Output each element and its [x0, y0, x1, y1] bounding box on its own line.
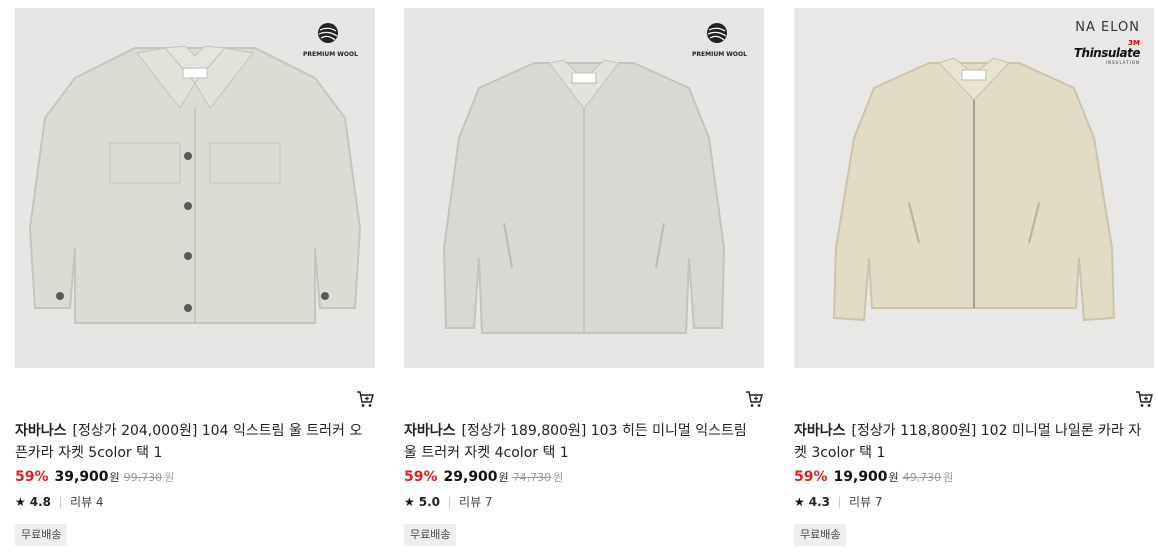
discount-rate: 59%: [794, 469, 828, 485]
brand-name[interactable]: 자바나스: [404, 423, 456, 439]
star-icon: ★: [15, 495, 26, 509]
rating-row: ★ 4.3 리뷰 7: [794, 494, 883, 510]
product-name[interactable]: [정상가 118,800원] 102 미니멀 나일론 카라 자켓 3color …: [794, 423, 1141, 461]
original-price: 99,730: [123, 471, 163, 484]
nylon-thinsulate-badge: NA ELON 3M Thinsulate INSULATION: [1073, 20, 1141, 65]
jacket-image: [442, 59, 726, 334]
price-row: 59% 29,900원 74,730 원: [404, 468, 563, 487]
yarn-ball-icon: [707, 23, 727, 43]
brand-name[interactable]: 자바나스: [15, 423, 67, 439]
review-count: 리뷰 4: [70, 495, 104, 509]
original-price-unit: 원: [164, 471, 175, 484]
original-price-unit: 원: [943, 471, 954, 484]
badge-text: PREMIUM WOOL: [303, 51, 358, 58]
free-shipping-badge: 무료배송: [15, 524, 68, 546]
rating-value: 5.0: [418, 495, 441, 509]
price-row: 59% 19,900원 49,730 원: [794, 468, 953, 487]
product-image[interactable]: NA ELON 3M Thinsulate INSULATION: [794, 8, 1154, 368]
premium-wool-badge: PREMIUM WOOL: [692, 22, 747, 58]
discount-rate: 59%: [15, 469, 49, 485]
product-image[interactable]: PREMIUM WOOL: [15, 8, 375, 368]
original-price: 74,730: [512, 471, 552, 484]
jacket-image: [28, 45, 362, 324]
original-price-unit: 원: [553, 471, 564, 484]
rating-row: ★ 5.0 리뷰 7: [404, 494, 493, 510]
product-name[interactable]: [정상가 204,000원] 104 익스트림 울 트러커 오픈카라 자켓 5c…: [15, 423, 362, 461]
original-price: 49,730: [902, 471, 942, 484]
sale-price: 29,900: [443, 469, 498, 485]
premium-wool-badge: PREMIUM WOOL: [303, 22, 358, 58]
product-title[interactable]: 자바나스 [정상가 189,800원] 103 히든 미니멀 익스트림 울 트러커…: [404, 420, 764, 464]
cart-icon[interactable]: [1134, 389, 1154, 409]
price-row: 59% 39,900원 99,730 원: [15, 468, 174, 487]
product-title[interactable]: 자바나스 [정상가 118,800원] 102 미니멀 나일론 카라 자켓 3co…: [794, 420, 1154, 464]
divider: [60, 496, 62, 508]
rating-value: 4.3: [808, 495, 831, 509]
review-count: 리뷰 7: [459, 495, 493, 509]
product-image[interactable]: PREMIUM WOOL: [404, 8, 764, 368]
badge-sub-text: INSULATION: [1105, 60, 1140, 65]
yarn-ball-icon: [318, 23, 338, 43]
product-title[interactable]: 자바나스 [정상가 204,000원] 104 익스트림 울 트러커 오픈카라 자…: [15, 420, 375, 464]
price-unit: 원: [109, 471, 120, 484]
review-count: 리뷰 7: [849, 495, 883, 509]
badge-brand-text: Thinsulate: [1073, 46, 1141, 60]
free-shipping-badge: 무료배송: [794, 524, 847, 546]
product-card[interactable]: NA ELON 3M Thinsulate INSULATION 자바나스 [정상…: [794, 8, 1154, 546]
badge-text: PREMIUM WOOL: [692, 51, 747, 58]
cart-icon[interactable]: [744, 389, 764, 409]
brand-name[interactable]: 자바나스: [794, 423, 846, 439]
product-card[interactable]: PREMIUM WOOL 자바나스 [정상가 204,000원] 104 익스트림…: [15, 8, 375, 546]
rating-row: ★ 4.8 리뷰 4: [15, 494, 104, 510]
star-icon: ★: [404, 495, 415, 509]
cart-icon[interactable]: [355, 389, 375, 409]
rating-value: 4.8: [29, 495, 52, 509]
badge-top-text: NA ELON: [1075, 20, 1140, 35]
divider: [839, 496, 841, 508]
divider: [449, 496, 451, 508]
product-card[interactable]: PREMIUM WOOL 자바나스 [정상가 189,800원] 103 히든 미…: [404, 8, 764, 546]
free-shipping-badge: 무료배송: [404, 524, 457, 546]
discount-rate: 59%: [404, 469, 438, 485]
price-unit: 원: [498, 471, 509, 484]
sale-price: 19,900: [833, 469, 888, 485]
price-unit: 원: [888, 471, 899, 484]
star-icon: ★: [794, 495, 805, 509]
sale-price: 39,900: [54, 469, 109, 485]
